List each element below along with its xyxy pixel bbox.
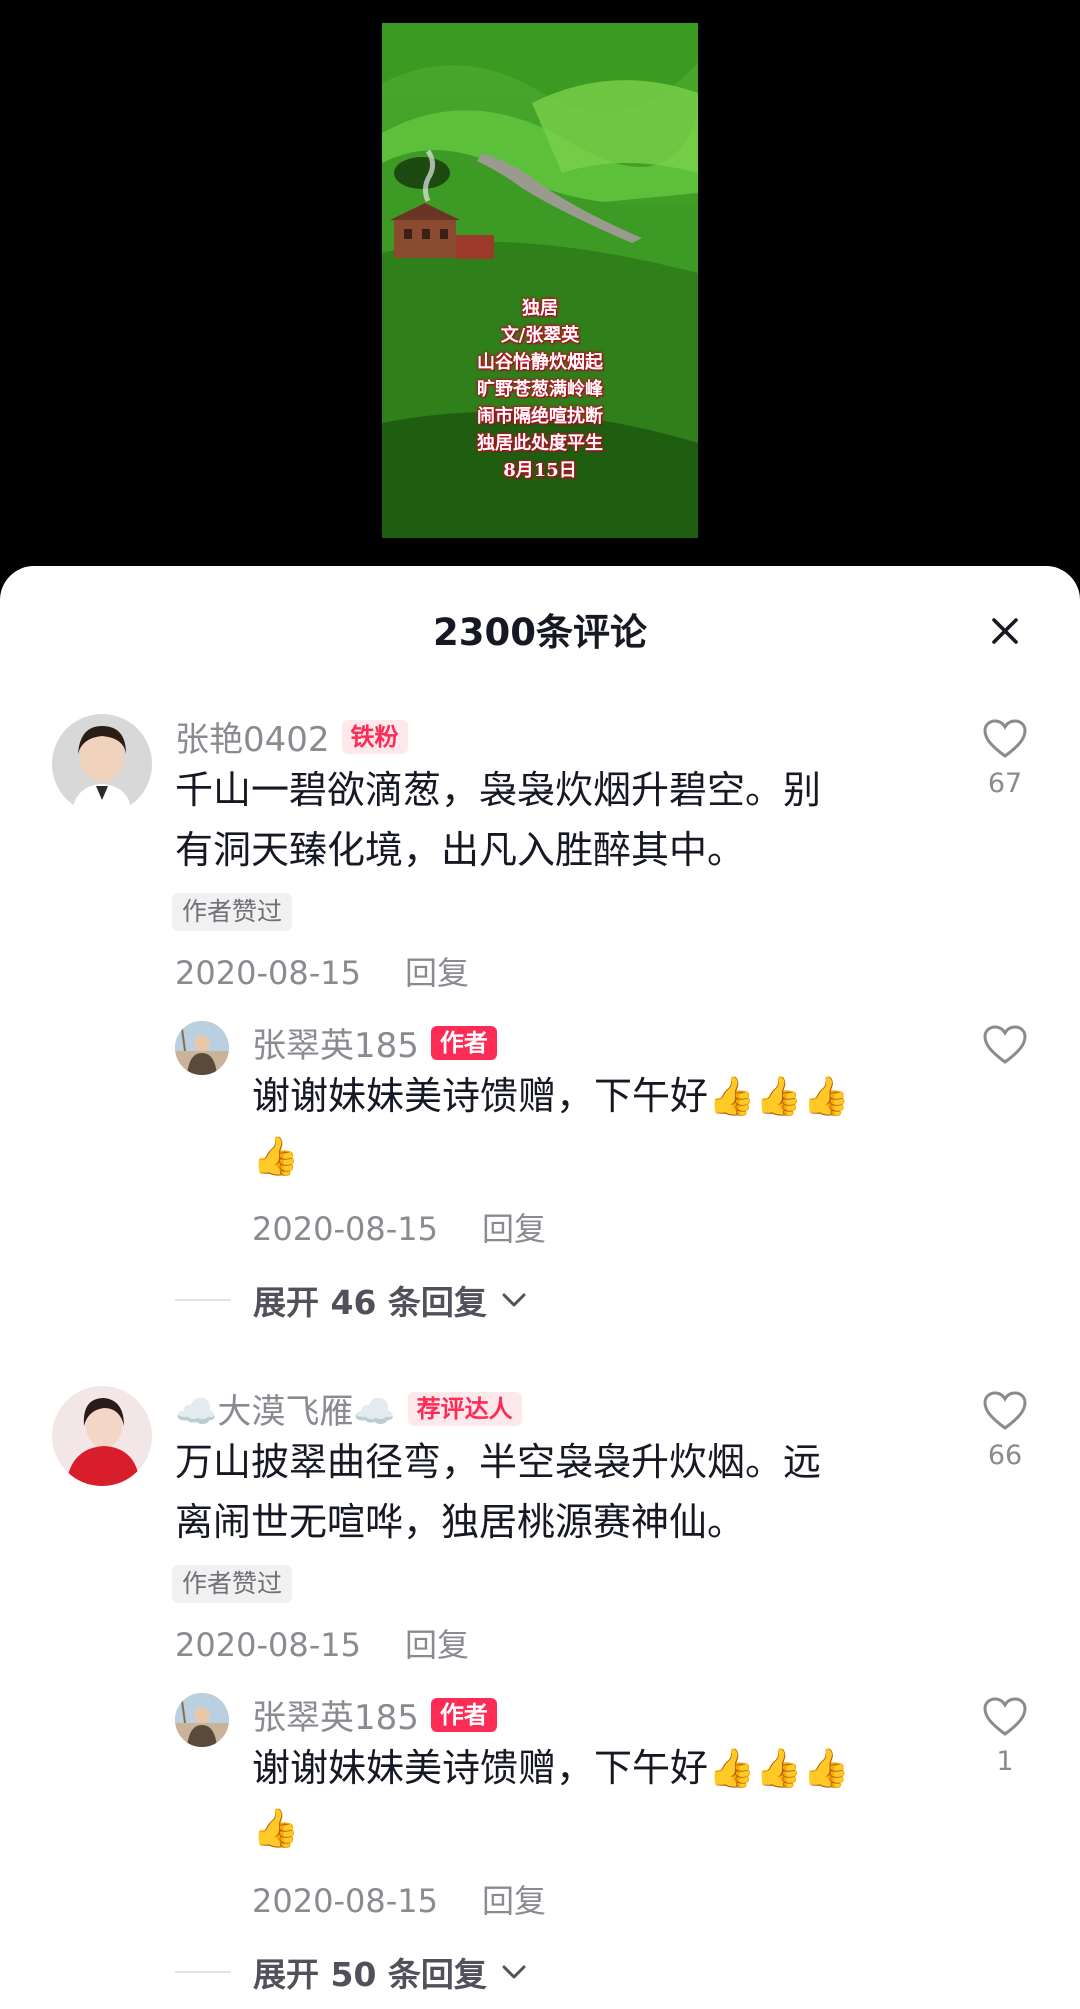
reply-date: 2020-08-15	[252, 1210, 438, 1248]
poem-line: 独居此处度平生	[477, 433, 603, 454]
poem-line: 独居	[522, 298, 558, 319]
poem-line: 闹市隔绝喧扰断	[477, 406, 603, 427]
like-count: 1	[996, 1746, 1014, 1777]
poem-overlay: 独居 文/张翠英 山谷怡静炊烟起 旷野苍葱满岭峰 闹市隔绝喧扰断 独居此处度平生…	[382, 295, 698, 484]
avatar[interactable]	[175, 1693, 229, 1747]
like-button[interactable]	[970, 1024, 1040, 1074]
comment-sheet: 2300条评论 张艳0402 铁粉 千山一碧欲滴葱，袅袅炊烟升碧空。别 有洞天臻…	[0, 566, 1080, 2009]
expand-replies-label: 展开 46 条回复	[253, 1283, 487, 1322]
like-button[interactable]: 1	[970, 1696, 1040, 1777]
expand-replies-button[interactable]: 展开 50 条回复	[175, 1948, 527, 1996]
author-badge: 作者	[430, 1025, 497, 1060]
video-player[interactable]: 独居 文/张翠英 山谷怡静炊烟起 旷野苍葱满岭峰 闹市隔绝喧扰断 独居此处度平生…	[382, 23, 698, 538]
comment-text[interactable]: 千山一碧欲滴葱，袅袅炊烟升碧空。别 有洞天臻化境，出凡入胜醉其中。	[175, 760, 821, 880]
reply-meta: 2020-08-15 回复	[252, 1204, 546, 1250]
username-text[interactable]: ☁️大漠飞雁☁️	[175, 1384, 396, 1433]
reply-button[interactable]: 回复	[482, 1882, 546, 1920]
username-text[interactable]: 张翠英185	[252, 1018, 419, 1067]
avatar[interactable]	[52, 714, 152, 814]
comment-username[interactable]: ☁️大漠飞雁☁️ 荐评达人	[175, 1384, 522, 1433]
avatar[interactable]	[175, 1021, 229, 1075]
heart-icon	[983, 1391, 1027, 1430]
reply-text[interactable]: 谢谢妹妹美诗馈赠，下午好👍👍👍 👍	[252, 1738, 850, 1858]
expand-replies-button[interactable]: 展开 46 条回复	[175, 1276, 527, 1324]
comment-text-line: 谢谢妹妹美诗馈赠，下午好👍👍👍	[252, 1074, 850, 1118]
author-badge: 作者	[430, 1697, 497, 1732]
poem-line: 旷野苍葱满岭峰	[477, 379, 603, 400]
close-button[interactable]	[980, 606, 1030, 656]
like-count: 67	[987, 768, 1023, 799]
reply-text[interactable]: 谢谢妹妹美诗馈赠，下午好👍👍👍 👍	[252, 1066, 850, 1186]
fan-badge: 铁粉	[341, 719, 408, 754]
author-liked-tag: 作者赞过	[172, 1565, 293, 1603]
divider-line	[175, 1971, 231, 1973]
comment-text-line: 万山披翠曲径弯，半空袅袅升炊烟。远	[175, 1440, 822, 1484]
comment-meta: 2020-08-15 回复	[175, 948, 469, 994]
comment-text-line: 👍	[252, 1806, 300, 1850]
chevron-down-icon	[502, 1293, 526, 1307]
divider-line	[175, 1299, 231, 1301]
poem-line: 8月15日	[503, 460, 577, 481]
comment-text[interactable]: 万山披翠曲径弯，半空袅袅升炊烟。远 离闹世无喧哗，独居桃源赛神仙。	[175, 1432, 821, 1552]
heart-icon	[983, 719, 1027, 758]
username-text[interactable]: 张艳0402	[175, 712, 330, 761]
avatar[interactable]	[52, 1386, 152, 1486]
reply-username[interactable]: 张翠英185 作者	[252, 1018, 497, 1067]
heart-icon	[983, 1025, 1027, 1064]
comment-text-line: 谢谢妹妹美诗馈赠，下午好👍👍👍	[252, 1746, 850, 1790]
reply-meta: 2020-08-15 回复	[252, 1876, 546, 1922]
expand-replies-label: 展开 50 条回复	[253, 1955, 487, 1994]
heart-icon	[983, 1697, 1027, 1736]
recommender-badge: 荐评达人	[407, 1391, 522, 1426]
like-button[interactable]: 66	[970, 1390, 1040, 1471]
comment-text-line: 千山一碧欲滴葱，袅袅炊烟升碧空。别	[175, 768, 822, 812]
author-liked-tag: 作者赞过	[172, 893, 293, 931]
poem-line: 山谷怡静炊烟起	[477, 352, 603, 373]
comment-date: 2020-08-15	[175, 1626, 361, 1664]
comment-text-line: 有洞天臻化境，出凡入胜醉其中。	[175, 828, 746, 872]
username-text[interactable]: 张翠英185	[252, 1690, 419, 1739]
comment-text-line: 👍	[252, 1134, 300, 1178]
like-count: 66	[987, 1440, 1023, 1471]
like-button[interactable]: 67	[970, 718, 1040, 799]
comment-count-title: 2300条评论	[433, 611, 647, 654]
reply-button[interactable]: 回复	[482, 1210, 546, 1248]
close-icon	[992, 618, 1018, 644]
reply-username[interactable]: 张翠英185 作者	[252, 1690, 497, 1739]
comment-text-line: 离闹世无喧哗，独居桃源赛神仙。	[175, 1500, 746, 1544]
comment-username[interactable]: 张艳0402 铁粉	[175, 712, 408, 761]
reply-button[interactable]: 回复	[405, 954, 469, 992]
comment-date: 2020-08-15	[175, 954, 361, 992]
reply-button[interactable]: 回复	[405, 1626, 469, 1664]
comment-meta: 2020-08-15 回复	[175, 1620, 469, 1666]
chevron-down-icon	[502, 1965, 526, 1979]
reply-date: 2020-08-15	[252, 1882, 438, 1920]
poem-line: 文/张翠英	[500, 325, 580, 346]
